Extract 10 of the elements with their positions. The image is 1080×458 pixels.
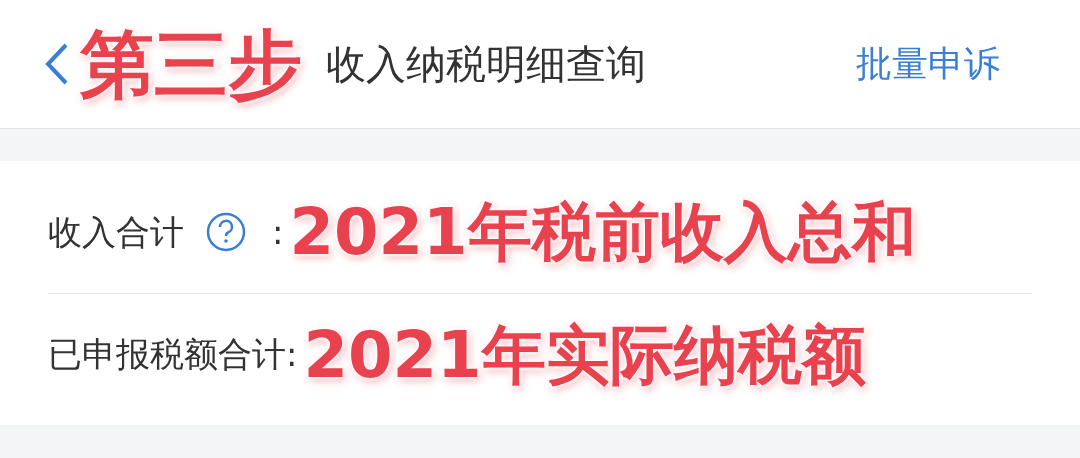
batch-appeal-link[interactable]: 批量申诉 (856, 37, 1000, 91)
annotation-text: 2021年税前收入总和 (289, 200, 916, 264)
step-annotation: 第三步 (80, 27, 302, 101)
field-label: 收入合计 (48, 210, 184, 254)
back-icon[interactable] (44, 42, 70, 86)
annotation-text: 2021年实际纳税额 (303, 322, 866, 387)
field-label: 已申报税额合计: (48, 333, 298, 376)
colon-text: : (272, 210, 284, 254)
help-icon[interactable] (206, 212, 246, 252)
page-title: 收入纳税明细查询 (326, 40, 646, 89)
